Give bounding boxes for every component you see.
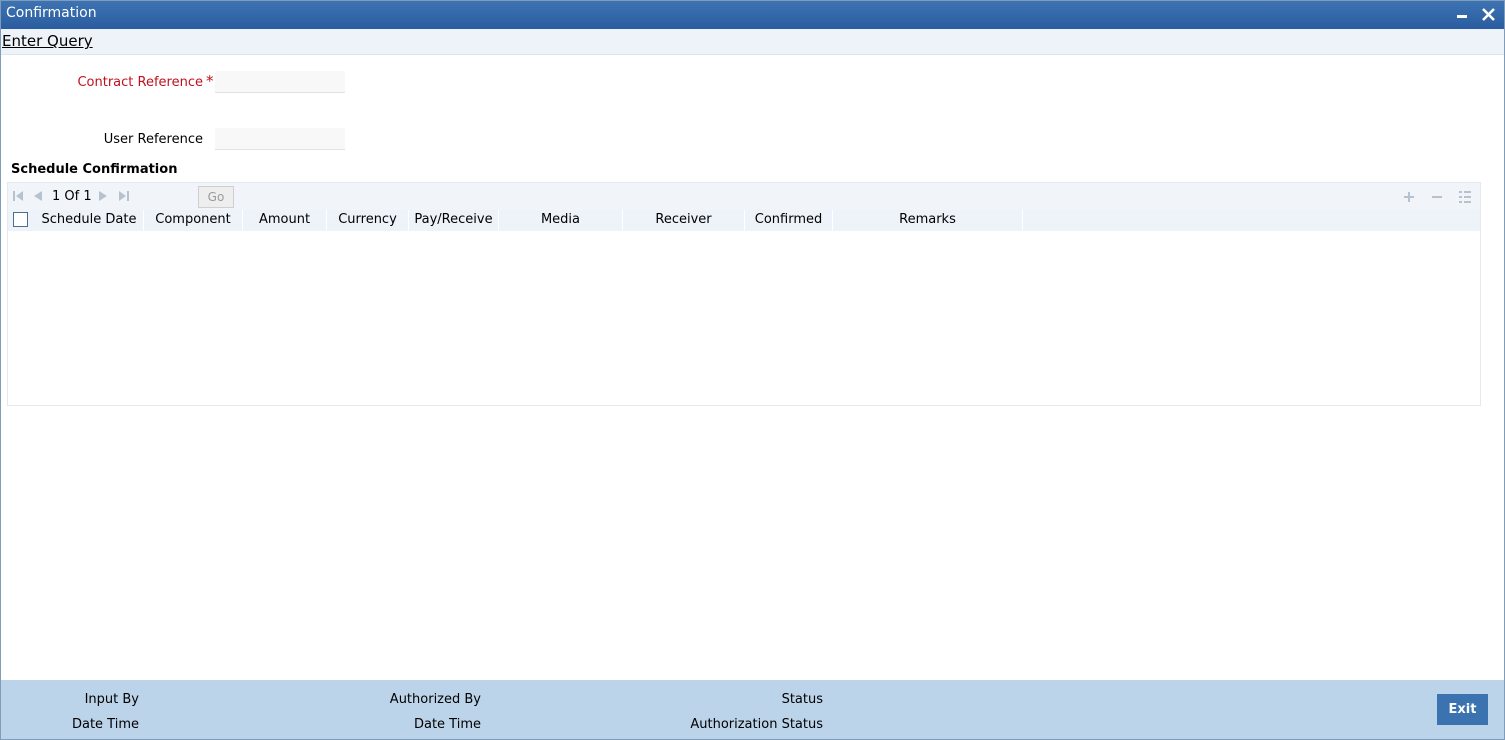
page-number-input[interactable] — [149, 188, 193, 211]
select-all-checkbox[interactable] — [13, 212, 28, 227]
go-button[interactable]: Go — [198, 186, 234, 208]
status-label: Status — [781, 692, 823, 707]
next-page-icon[interactable] — [97, 190, 109, 202]
previous-page-icon[interactable] — [32, 190, 44, 202]
user-reference-label: User Reference — [103, 132, 203, 147]
minimize-icon[interactable] — [1453, 4, 1473, 24]
audit-footer: Input By Date Time Authorized By Date Ti… — [1, 680, 1504, 739]
authorized-by-label: Authorized By — [389, 692, 481, 707]
user-reference-input[interactable] — [215, 128, 345, 150]
column-header-amount[interactable]: Amount — [243, 210, 327, 231]
pager-text: 1 Of 1 — [52, 189, 92, 204]
confirmation-window: Confirmation Enter Query Contract Refere… — [0, 0, 1505, 740]
column-header-confirmed[interactable]: Confirmed — [745, 210, 833, 231]
date-time-label: Date Time — [71, 717, 139, 732]
authorized-date-time-label: Date Time — [413, 717, 481, 732]
contract-reference-input[interactable] — [215, 71, 345, 93]
column-header-media[interactable]: Media — [499, 210, 623, 231]
column-header-component[interactable]: Component — [144, 210, 243, 231]
single-view-icon[interactable] — [1458, 190, 1472, 204]
grid-toolbar: 1 Of 1 Go — [8, 183, 1480, 211]
delete-row-icon[interactable] — [1430, 190, 1444, 204]
schedule-confirmation-title: Schedule Confirmation — [11, 162, 178, 177]
input-by-label: Input By — [84, 692, 139, 707]
close-icon[interactable] — [1479, 4, 1499, 24]
window-title: Confirmation — [6, 5, 97, 21]
column-header-schedule-date[interactable]: Schedule Date — [35, 210, 144, 231]
first-page-icon[interactable] — [12, 190, 24, 202]
last-page-icon[interactable] — [118, 190, 130, 202]
contract-reference-label: Contract Reference — [77, 75, 203, 90]
column-header-receiver[interactable]: Receiver — [623, 210, 745, 231]
required-marker: * — [206, 72, 214, 90]
column-header-currency[interactable]: Currency — [327, 210, 409, 231]
schedule-confirmation-grid: 1 Of 1 Go Schedule Date Component Amount… — [7, 182, 1481, 406]
column-header-pay-receive[interactable]: Pay/Receive — [409, 210, 499, 231]
grid-header: Schedule Date Component Amount Currency … — [8, 210, 1480, 231]
title-bar: Confirmation — [1, 1, 1504, 29]
menu-strip: Enter Query — [1, 29, 1504, 55]
enter-query-link[interactable]: Enter Query — [2, 32, 93, 50]
add-row-icon[interactable] — [1402, 190, 1416, 204]
column-header-remarks[interactable]: Remarks — [833, 210, 1023, 231]
exit-button[interactable]: Exit — [1437, 694, 1488, 725]
authorization-status-label: Authorization Status — [690, 717, 823, 732]
